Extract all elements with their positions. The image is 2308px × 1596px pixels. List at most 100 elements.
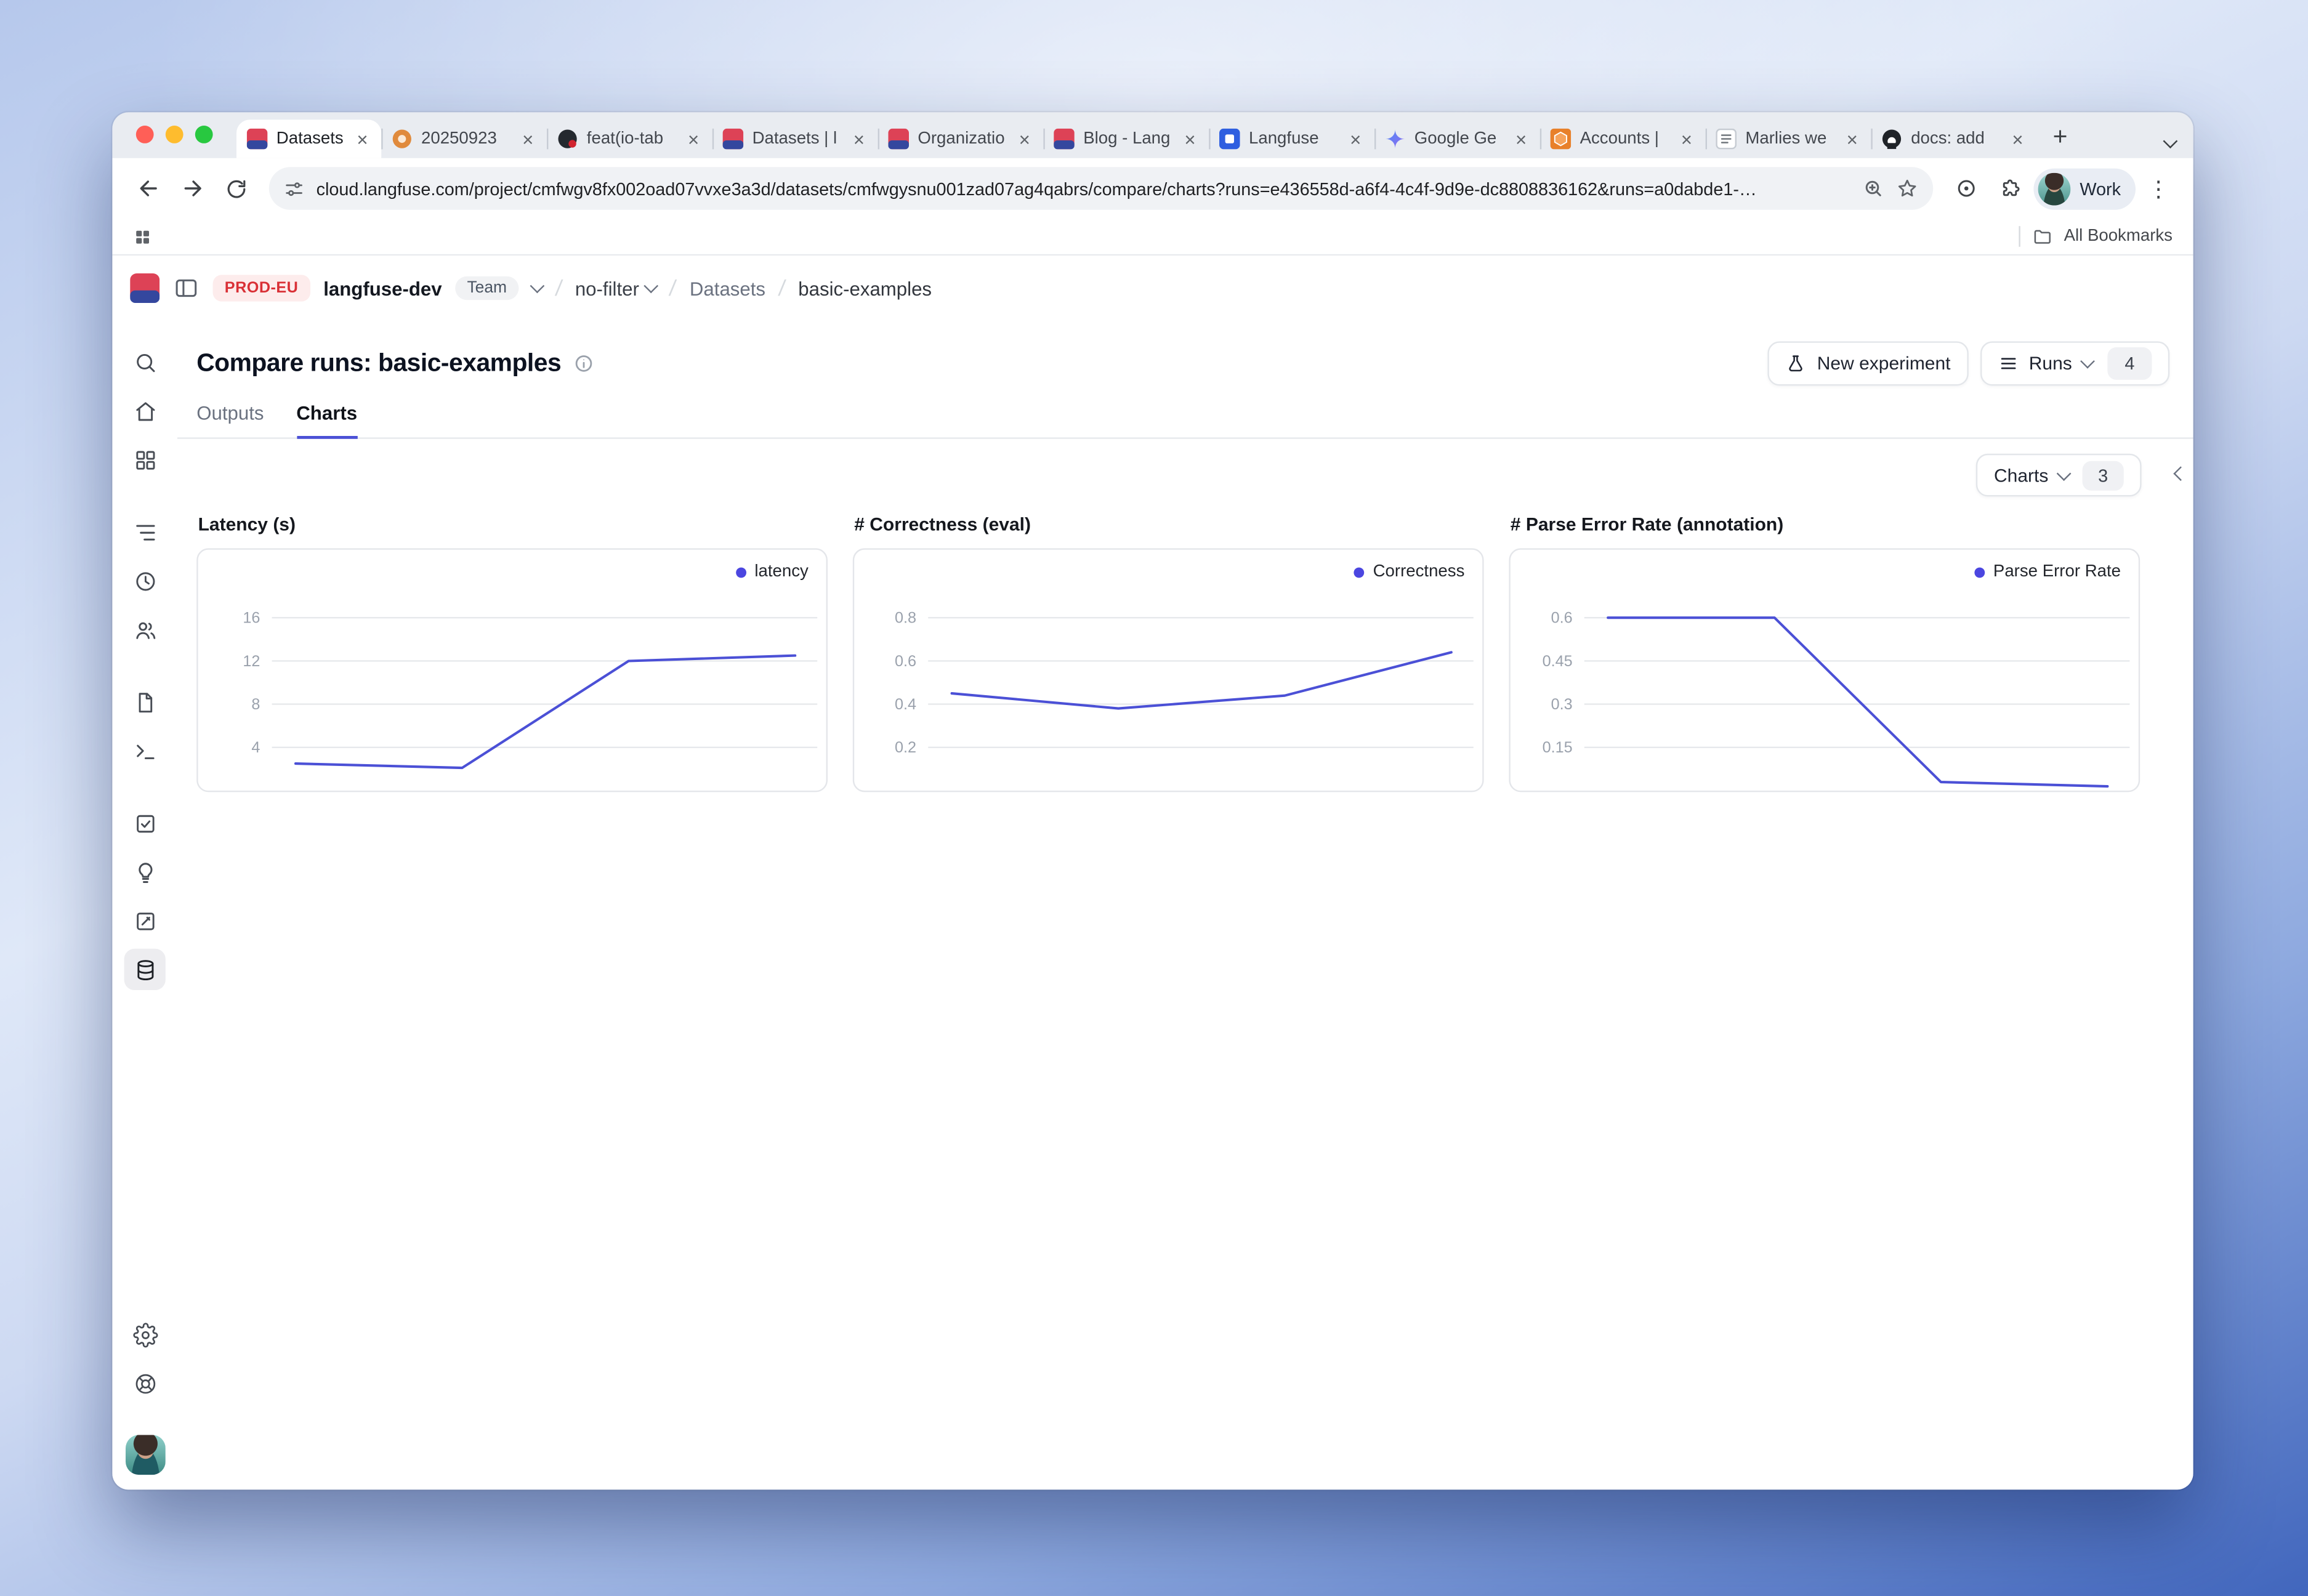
- user-avatar[interactable]: [125, 1435, 165, 1475]
- bookmarks-divider: [2018, 226, 2019, 247]
- page-actions: New experiment Runs 4: [1769, 341, 2170, 385]
- browser-tab[interactable]: feat(io-tab ×: [547, 119, 712, 158]
- sidebar-item-scores[interactable]: [124, 802, 166, 844]
- page-header: Compare runs: basic-examples New experim…: [177, 321, 2193, 386]
- sidebar-item-playground[interactable]: [124, 730, 166, 772]
- registry-favicon: [392, 129, 413, 150]
- project-filter-dropdown[interactable]: no-filter: [575, 277, 657, 299]
- charts-filter-label: Charts: [1994, 465, 2048, 486]
- zoom-icon[interactable]: [1863, 177, 1885, 200]
- back-arrow-icon: [135, 176, 161, 201]
- organization-name[interactable]: langfuse-dev: [323, 277, 442, 299]
- new-tab-button[interactable]: +: [2043, 119, 2078, 155]
- tab-close-icon[interactable]: ×: [519, 128, 536, 150]
- legend-dot-icon: [1974, 566, 1985, 577]
- browser-tab[interactable]: docs: add ×: [1871, 119, 2036, 158]
- sidebar-item-annotation[interactable]: [124, 900, 166, 941]
- flask-icon: [1786, 353, 1807, 374]
- svg-text:12: 12: [243, 653, 260, 670]
- tab-charts[interactable]: Charts: [296, 402, 357, 439]
- maximize-window-button[interactable]: [195, 126, 213, 143]
- tab-close-icon[interactable]: ×: [1347, 128, 1364, 150]
- legend-dot-icon: [1354, 566, 1364, 577]
- browser-tab[interactable]: Google Ge ×: [1374, 119, 1540, 158]
- browser-tab[interactable]: Accounts | ×: [1540, 119, 1706, 158]
- environment-badge: PROD-EU: [213, 275, 310, 301]
- all-bookmarks-label[interactable]: All Bookmarks: [2064, 228, 2173, 246]
- browser-profile-chip[interactable]: Work: [2034, 167, 2136, 209]
- tab-close-icon[interactable]: ×: [1844, 128, 1861, 150]
- sidebar-item-dashboards[interactable]: [124, 439, 166, 480]
- tab-close-icon[interactable]: ×: [2009, 128, 2027, 150]
- tab-search-chevron[interactable]: [2165, 127, 2176, 153]
- folder-icon: [2032, 226, 2052, 247]
- sidebar-toggle-button[interactable]: [173, 275, 200, 301]
- pinned-extension-icon[interactable]: [1945, 167, 1987, 209]
- tab-title: Marlies we: [1745, 130, 1834, 148]
- sidebar-item-prompts[interactable]: [124, 681, 166, 722]
- browser-menu-button[interactable]: ⋮: [2139, 175, 2179, 201]
- runs-dropdown-button[interactable]: Runs 4: [1980, 341, 2170, 385]
- reload-button[interactable]: [216, 167, 257, 209]
- sidebar-item-datasets[interactable]: [124, 949, 166, 990]
- chart-legend: Correctness: [1354, 563, 1464, 581]
- notion-favicon: [1716, 129, 1737, 150]
- tab-close-icon[interactable]: ×: [1678, 128, 1695, 150]
- list-icon: [1998, 353, 2019, 374]
- breadcrumb-separator: /: [554, 276, 563, 301]
- bookmark-star-icon[interactable]: [1897, 177, 1919, 200]
- sidebar-item-tracing[interactable]: [124, 511, 166, 552]
- tab-close-icon[interactable]: ×: [685, 128, 702, 150]
- svg-text:4: 4: [251, 739, 260, 756]
- site-settings-icon[interactable]: [284, 178, 305, 199]
- org-switcher-button[interactable]: [532, 285, 543, 291]
- tab-close-icon[interactable]: ×: [1512, 128, 1530, 150]
- browser-tab[interactable]: 20250923 ×: [381, 119, 547, 158]
- browser-tab[interactable]: Langfuse ×: [1209, 119, 1374, 158]
- tab-title: Datasets | l: [753, 130, 842, 148]
- charts-filter-button[interactable]: Charts 3: [1976, 454, 2141, 497]
- breadcrumb-datasets-link[interactable]: Datasets: [690, 277, 765, 299]
- browser-tab[interactable]: Organizatio ×: [878, 119, 1044, 158]
- tab-title: Accounts |: [1580, 130, 1669, 148]
- info-icon[interactable]: [573, 353, 594, 374]
- sidebar-item-users[interactable]: [124, 609, 166, 650]
- langfuse-docs-favicon: [1219, 129, 1240, 150]
- github-favicon: [1881, 129, 1902, 150]
- address-bar[interactable]: cloud.langfuse.com/project/cmfwgv8fx002o…: [269, 167, 1934, 210]
- chevron-down-icon: [644, 279, 659, 294]
- extensions-puzzle-icon[interactable]: [1990, 167, 2031, 209]
- new-experiment-button[interactable]: New experiment: [1769, 341, 1969, 385]
- close-window-button[interactable]: [136, 126, 154, 143]
- tab-close-icon[interactable]: ×: [1182, 128, 1199, 150]
- svg-text:0.45: 0.45: [1543, 653, 1573, 670]
- tab-title: Google Ge: [1414, 130, 1504, 148]
- tab-outputs[interactable]: Outputs: [196, 402, 264, 438]
- browser-tab[interactable]: Marlies we ×: [1706, 119, 1871, 158]
- breadcrumb-separator: /: [668, 276, 678, 301]
- sidebar-item-home[interactable]: [124, 390, 166, 432]
- browser-tab[interactable]: Datasets | l ×: [236, 119, 381, 158]
- forward-button[interactable]: [171, 167, 212, 209]
- page-title: Compare runs: basic-examples: [196, 349, 561, 378]
- tab-close-icon[interactable]: ×: [1016, 128, 1033, 150]
- sidebar-item-sessions[interactable]: [124, 560, 166, 602]
- tab-title: docs: add: [1911, 130, 2000, 148]
- file-icon: [132, 690, 158, 715]
- apps-grid-icon[interactable]: [133, 227, 152, 246]
- panel-collapse-button[interactable]: [2171, 462, 2189, 483]
- browser-tab[interactable]: Blog - Lang ×: [1043, 119, 1209, 158]
- profile-avatar: [2038, 172, 2071, 205]
- tab-close-icon[interactable]: ×: [354, 128, 371, 150]
- minimize-window-button[interactable]: [166, 126, 184, 143]
- svg-text:0.8: 0.8: [895, 610, 916, 627]
- sidebar-item-support[interactable]: [124, 1363, 166, 1404]
- breadcrumb-current-item[interactable]: basic-examples: [798, 277, 932, 299]
- back-button[interactable]: [127, 167, 168, 209]
- sidebar-item-search[interactable]: [124, 341, 166, 382]
- tab-close-icon[interactable]: ×: [850, 128, 868, 150]
- browser-tab[interactable]: Datasets | l ×: [712, 119, 878, 158]
- sidebar-item-evaluators[interactable]: [124, 851, 166, 892]
- url-text[interactable]: cloud.langfuse.com/project/cmfwgv8fx002o…: [317, 178, 1851, 199]
- sidebar-item-settings[interactable]: [124, 1314, 166, 1355]
